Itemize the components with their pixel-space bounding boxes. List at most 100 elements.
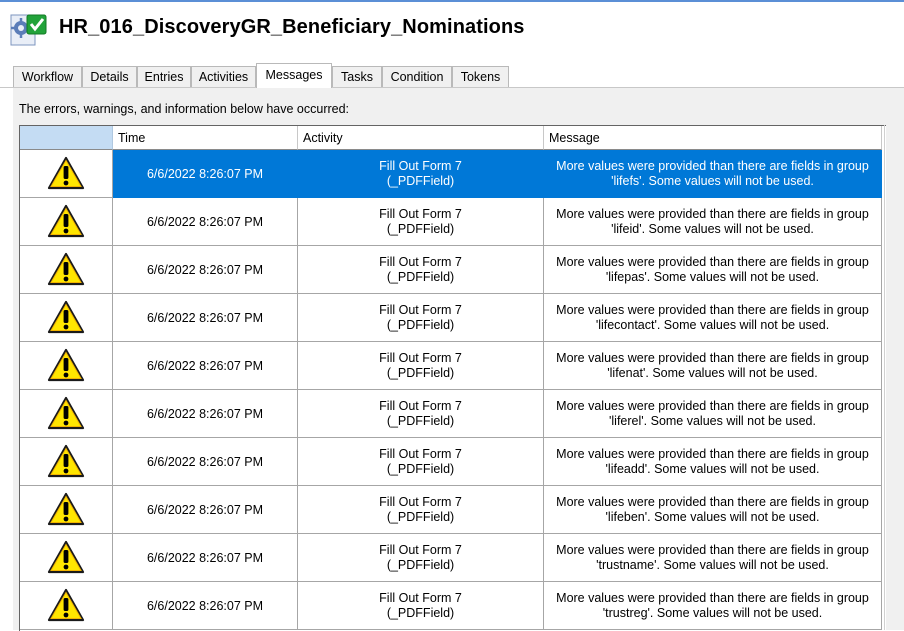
row-activity-type: (_PDFField) [386,509,455,524]
row-activity-type: (_PDFField) [386,413,455,428]
warning-triangle-icon [47,348,85,382]
tab-entries[interactable]: Entries [137,66,191,87]
row-message-cell: More values were provided than there are… [544,534,882,582]
row-message-line1: More values were provided than there are… [556,494,869,509]
messages-grid[interactable]: Time Activity Message 6/6/2022 8:26:07 P… [19,125,886,631]
tab-label: Tokens [460,70,501,84]
row-icon-cell [20,294,113,342]
table-row[interactable]: 6/6/2022 8:26:07 PM Fill Out Form 7 (_PDFF… [20,486,886,534]
tab-tokens[interactable]: Tokens [452,66,509,87]
row-activity-cell: Fill Out Form 7 (_PDFField) [298,150,544,198]
tab-details[interactable]: Details [82,66,137,87]
table-row[interactable]: 6/6/2022 8:26:07 PM Fill Out Form 7 (_PDFF… [20,582,886,630]
warning-triangle-icon [47,204,85,238]
warning-triangle-icon [47,156,85,190]
row-message-line2: 'lifepas'. Some values will not be used. [605,269,820,284]
row-activity-type: (_PDFField) [386,461,455,476]
tab-label: Condition [390,70,444,84]
row-message-line2: 'trustreg'. Some values will not be used… [602,605,823,620]
column-header-activity[interactable]: Activity [298,126,544,150]
row-activity-type: (_PDFField) [386,557,455,572]
row-message-line2: 'lifeben'. Some values will not be used. [605,509,820,524]
row-message-line1: More values were provided than there are… [556,158,869,173]
row-time: 6/6/2022 8:26:07 PM [146,166,264,181]
row-icon-cell [20,390,113,438]
row-time-cell: 6/6/2022 8:26:07 PM [113,390,298,438]
row-activity-type: (_PDFField) [386,365,455,380]
row-time: 6/6/2022 8:26:07 PM [146,502,264,517]
row-time-cell: 6/6/2022 8:26:07 PM [113,198,298,246]
row-activity-type: (_PDFField) [386,221,455,236]
table-row[interactable]: 6/6/2022 8:26:07 PM Fill Out Form 7 (_PDFF… [20,438,886,486]
tab-label: Workflow [21,70,74,84]
tab-workflow[interactable]: Workflow [13,66,82,87]
row-time-cell: 6/6/2022 8:26:07 PM [113,246,298,294]
row-time-cell: 6/6/2022 8:26:07 PM [113,294,298,342]
tab-label: Messages [265,68,323,82]
row-message-cell: More values were provided than there are… [544,342,882,390]
row-activity-type: (_PDFField) [386,317,455,332]
row-icon-cell [20,246,113,294]
row-activity-cell: Fill Out Form 7 (_PDFField) [298,534,544,582]
row-activity-name: Fill Out Form 7 [379,446,462,461]
row-message-cell: More values were provided than there are… [544,582,882,630]
tab-condition[interactable]: Condition [382,66,452,87]
row-time-cell: 6/6/2022 8:26:07 PM [113,438,298,486]
row-icon-cell [20,438,113,486]
warning-triangle-icon [47,492,85,526]
row-message-line2: 'lifefs'. Some values will not be used. [611,173,814,188]
table-row[interactable]: 6/6/2022 8:26:07 PM Fill Out Form 7 (_PDFF… [20,534,886,582]
row-time-cell: 6/6/2022 8:26:07 PM [113,486,298,534]
tab-label: Tasks [341,70,373,84]
tab-tasks[interactable]: Tasks [332,66,382,87]
row-message-line1: More values were provided than there are… [556,590,869,605]
row-activity-name: Fill Out Form 7 [379,254,462,269]
row-message-line1: More values were provided than there are… [556,446,869,461]
row-activity-cell: Fill Out Form 7 (_PDFField) [298,438,544,486]
table-row[interactable]: 6/6/2022 8:26:07 PM Fill Out Form 7 (_PDFF… [20,198,886,246]
grid-right-border [884,125,885,630]
warning-triangle-icon [47,588,85,622]
row-activity-cell: Fill Out Form 7 (_PDFField) [298,294,544,342]
row-activity-type: (_PDFField) [386,605,455,620]
warning-triangle-icon [47,300,85,334]
tab-label: Entries [144,70,184,84]
tab-messages[interactable]: Messages [256,63,332,88]
table-row[interactable]: 6/6/2022 8:26:07 PM Fill Out Form 7 (_PDFF… [20,342,886,390]
row-activity-cell: Fill Out Form 7 (_PDFField) [298,582,544,630]
table-row[interactable]: 6/6/2022 8:26:07 PM Fill Out Form 7 (_PDFF… [20,390,886,438]
messages-intro-text: The errors, warnings, and information be… [19,102,350,116]
row-activity-cell: Fill Out Form 7 (_PDFField) [298,486,544,534]
row-time-cell: 6/6/2022 8:26:07 PM [113,582,298,630]
tab-label: Details [90,70,129,84]
row-time: 6/6/2022 8:26:07 PM [146,454,264,469]
warning-triangle-icon [47,444,85,478]
column-header-time[interactable]: Time [113,126,298,150]
column-header-icon[interactable] [20,126,113,150]
row-activity-name: Fill Out Form 7 [379,542,462,557]
row-activity-type: (_PDFField) [386,269,455,284]
row-activity-name: Fill Out Form 7 [379,398,462,413]
window-header: HR_016_DiscoveryGR_Beneficiary_Nominatio… [0,2,904,64]
row-message-line2: 'lifecontact'. Some values will not be u… [595,317,830,332]
row-activity-cell: Fill Out Form 7 (_PDFField) [298,390,544,438]
row-message-cell: More values were provided than there are… [544,150,882,198]
row-message-line1: More values were provided than there are… [556,254,869,269]
row-activity-cell: Fill Out Form 7 (_PDFField) [298,198,544,246]
row-activity-name: Fill Out Form 7 [379,158,462,173]
row-message-cell: More values were provided than there are… [544,438,882,486]
row-message-line1: More values were provided than there are… [556,350,869,365]
row-activity-cell: Fill Out Form 7 (_PDFField) [298,342,544,390]
tab-activities[interactable]: Activities [191,66,256,87]
column-header-message[interactable]: Message [544,126,882,150]
row-activity-name: Fill Out Form 7 [379,494,462,509]
row-message-line2: 'lifeid'. Some values will not be used. [611,221,814,236]
table-row[interactable]: 6/6/2022 8:26:07 PM Fill Out Form 7 (_PDFF… [20,294,886,342]
row-message-line2: 'trustname'. Some values will not be use… [596,557,829,572]
table-row[interactable]: 6/6/2022 8:26:07 PM Fill Out Form 7 (_PDFF… [20,150,886,198]
page-title: HR_016_DiscoveryGR_Beneficiary_Nominatio… [59,16,525,38]
row-activity-name: Fill Out Form 7 [379,206,462,221]
row-activity-type: (_PDFField) [386,173,455,188]
row-activity-name: Fill Out Form 7 [379,350,462,365]
table-row[interactable]: 6/6/2022 8:26:07 PM Fill Out Form 7 (_PDFF… [20,246,886,294]
